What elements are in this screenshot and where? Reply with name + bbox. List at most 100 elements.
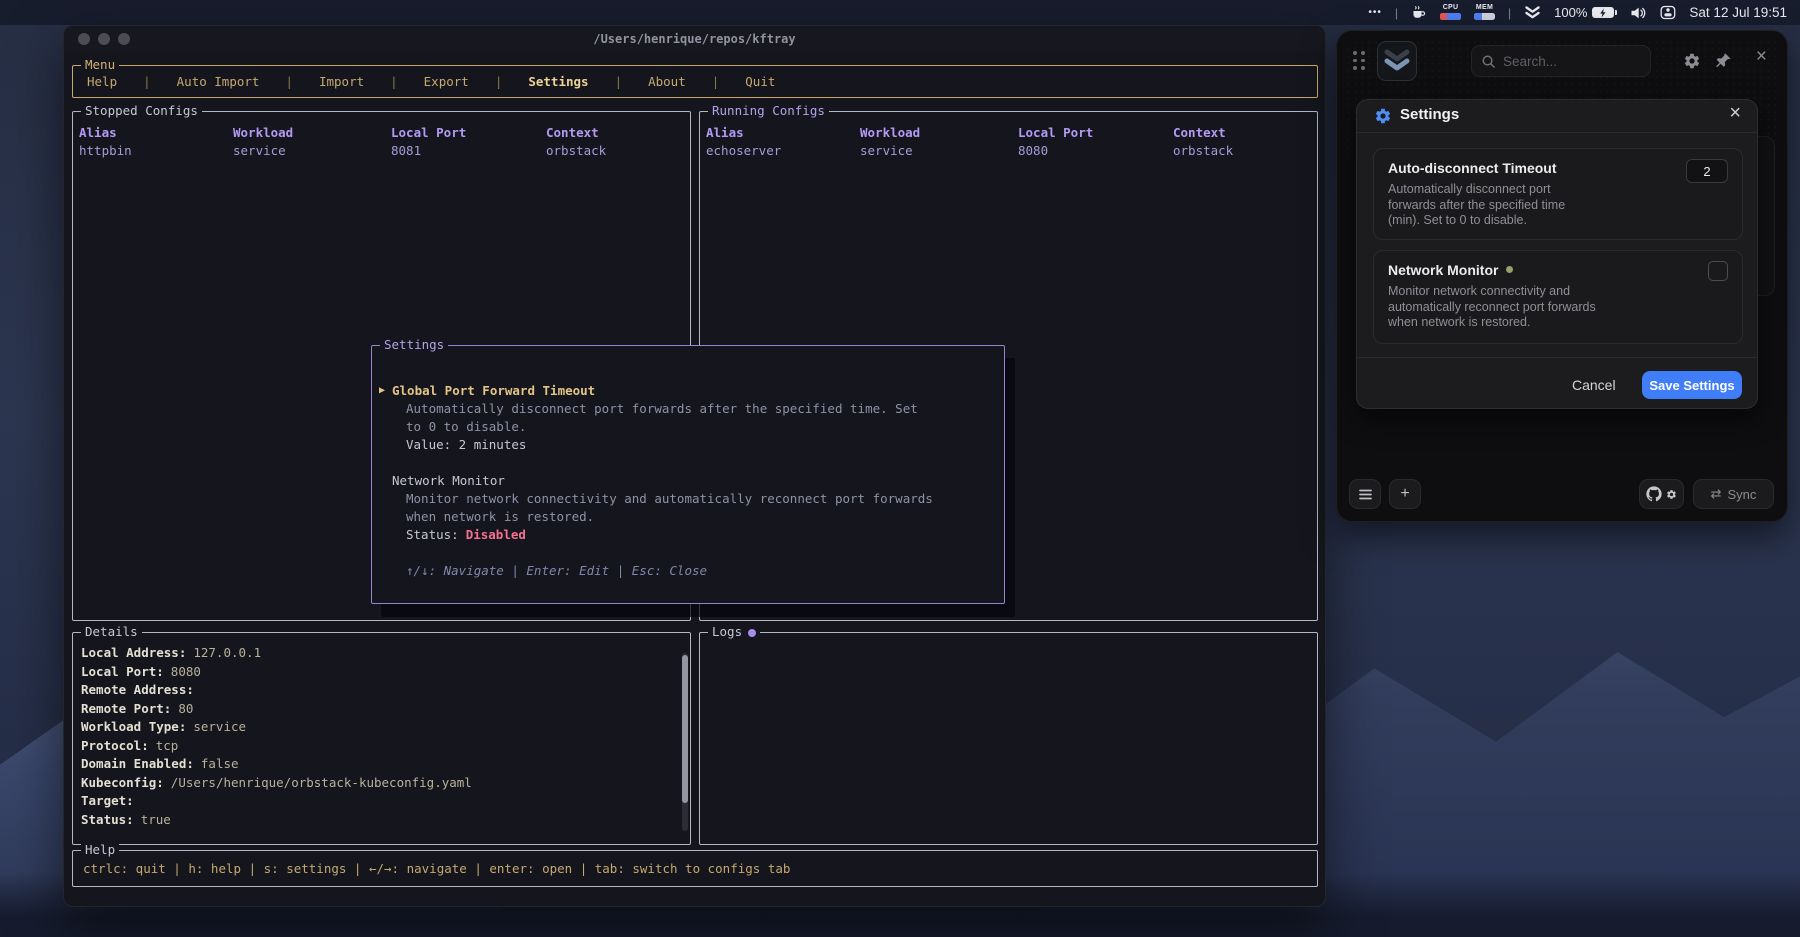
details-panel-title: Details <box>81 624 142 640</box>
terminal-titlebar[interactable]: /Users/henrique/repos/kftray <box>64 26 1325 52</box>
logs-panel: Logs <box>699 632 1318 845</box>
details-panel: Details Local Address:127.0.0.1 Local Po… <box>72 632 691 845</box>
detail-line: Workload Type:service <box>81 718 690 737</box>
mem-meter-bar <box>1474 13 1495 20</box>
menu-item-about[interactable]: About <box>648 74 686 89</box>
search-icon <box>1481 54 1496 69</box>
cpu-meter[interactable]: CPU <box>1440 5 1461 20</box>
search-input[interactable] <box>1503 54 1641 69</box>
volume-icon[interactable] <box>1630 6 1647 20</box>
logs-panel-title: Logs <box>708 624 760 640</box>
auto-disconnect-card: Auto-disconnect Timeout Automatically di… <box>1373 148 1743 240</box>
detail-line: Local Address:127.0.0.1 <box>81 644 690 663</box>
auto-disconnect-description: Automatically disconnect port forwards a… <box>1388 182 1596 229</box>
github-sync-settings-button[interactable] <box>1639 479 1684 509</box>
status-badge: Disabled <box>466 527 526 542</box>
menu-items: Help | Auto Import | Import | Export | S… <box>73 66 1317 89</box>
stopped-configs-header: Alias Workload Local Port Context <box>79 124 690 142</box>
menubar-separator: | <box>1395 6 1398 20</box>
caffeine-icon[interactable] <box>1411 5 1427 21</box>
sync-button[interactable]: ⇄ Sync <box>1693 479 1774 509</box>
network-monitor-description: Monitor network connectivity and automat… <box>1388 284 1596 331</box>
modal-close-icon[interactable]: × <box>1729 102 1741 125</box>
settings-gear-icon <box>1374 107 1392 130</box>
add-config-button[interactable]: + <box>1389 479 1421 509</box>
cpu-meter-label: CPU <box>1443 5 1459 11</box>
kftray-menubar-icon[interactable] <box>1524 5 1541 20</box>
menu-item-help[interactable]: Help <box>87 74 117 89</box>
network-monitor-status-dot <box>1506 266 1513 273</box>
drag-handle[interactable] <box>1353 51 1365 70</box>
menu-list-button[interactable] <box>1349 479 1381 509</box>
table-row[interactable]: echoserver service 8080 orbstack <box>706 142 1317 160</box>
detail-line: Kubeconfig:/Users/henrique/orbstack-kube… <box>81 774 690 793</box>
setting-item-global-timeout[interactable]: ▶ Global Port Forward Timeout <box>372 382 1004 400</box>
help-panel-title: Help <box>81 842 119 858</box>
detail-line: Local Port:8080 <box>81 663 690 682</box>
pin-icon[interactable] <box>1715 52 1733 70</box>
battery-status[interactable]: 100% <box>1554 5 1617 20</box>
popover-close-icon[interactable]: × <box>1756 48 1767 66</box>
detail-line: Protocol:tcp <box>81 737 690 756</box>
detail-line: Target: <box>81 792 690 811</box>
plus-icon: + <box>1400 485 1409 503</box>
menubar-overflow-icon[interactable]: ••• <box>1368 7 1382 18</box>
settings-gear-icon[interactable] <box>1683 52 1701 70</box>
setting-item-network-monitor[interactable]: Network Monitor <box>372 472 1004 490</box>
dialog-keybindings-hint: ↑/↓: Navigate | Enter: Edit | Esc: Close <box>372 562 1004 580</box>
mem-meter-label: MEM <box>1476 5 1493 11</box>
gear-small-icon <box>1666 489 1677 500</box>
popover-header: × <box>1337 31 1787 95</box>
kftray-logo <box>1377 41 1417 81</box>
running-configs-header: Alias Workload Local Port Context <box>706 124 1317 142</box>
sync-arrows-icon: ⇄ <box>1711 487 1722 502</box>
terminal-window: /Users/henrique/repos/kftray Menu Help |… <box>63 25 1326 907</box>
global-timeout-value: Value: 2 minutes <box>372 436 1004 454</box>
modal-header: Settings × <box>1357 100 1757 132</box>
desktop: ••• | CPU MEM | 100% Sat 12 <box>0 0 1800 937</box>
battery-percent: 100% <box>1554 5 1587 20</box>
stage-manager-icon[interactable] <box>1660 5 1676 20</box>
hamburger-icon <box>1359 489 1372 500</box>
menu-item-auto-import[interactable]: Auto Import <box>177 74 260 89</box>
menu-panel: Menu Help | Auto Import | Import | Expor… <box>72 65 1318 98</box>
network-monitor-card: Network Monitor Monitor network connecti… <box>1373 250 1743 344</box>
kftray-popover: × Settings × Auto-disconnect Timeout Aut… <box>1336 30 1788 522</box>
table-row[interactable]: httpbin service 8081 orbstack <box>79 142 690 160</box>
terminal-title: /Users/henrique/repos/kftray <box>64 32 1325 46</box>
menu-item-export[interactable]: Export <box>424 74 469 89</box>
tui-settings-dialog: Settings ▶ Global Port Forward Timeout A… <box>371 345 1005 604</box>
save-settings-button[interactable]: Save Settings <box>1642 371 1742 399</box>
network-monitor-title: Network Monitor <box>1388 262 1728 278</box>
running-configs-title: Running Configs <box>708 103 829 119</box>
detail-line: Remote Port:80 <box>81 700 690 719</box>
help-keybindings: ctrlc: quit | h: help | s: settings | ←/… <box>73 851 1317 876</box>
search-box <box>1471 45 1651 77</box>
details-scrollbar-thumb[interactable] <box>682 655 688 803</box>
menu-item-import[interactable]: Import <box>319 74 364 89</box>
menu-item-settings[interactable]: Settings <box>528 74 588 89</box>
menubar-separator: | <box>1508 6 1511 20</box>
gui-settings-modal: Settings × Auto-disconnect Timeout Autom… <box>1356 99 1758 409</box>
help-panel: Help ctrlc: quit | h: help | s: settings… <box>72 850 1318 887</box>
detail-line: Remote Address: <box>81 681 690 700</box>
stopped-configs-title: Stopped Configs <box>81 103 202 119</box>
timeout-input[interactable] <box>1686 159 1728 183</box>
menu-panel-title: Menu <box>81 57 119 73</box>
cancel-button[interactable]: Cancel <box>1572 377 1616 393</box>
network-monitor-checkbox[interactable] <box>1708 261 1728 281</box>
logs-activity-dot <box>748 629 756 637</box>
tui-settings-dialog-title: Settings <box>380 337 448 353</box>
menubar-clock[interactable]: Sat 12 Jul 19:51 <box>1689 5 1787 20</box>
mem-meter[interactable]: MEM <box>1474 5 1495 20</box>
github-icon <box>1646 486 1662 502</box>
detail-line: Domain Enabled:false <box>81 755 690 774</box>
battery-icon <box>1592 7 1614 18</box>
modal-title: Settings <box>1400 106 1459 123</box>
details-scrollbar[interactable] <box>682 653 688 831</box>
selection-pointer-icon: ▶ <box>379 382 385 400</box>
cpu-meter-bar <box>1440 13 1461 20</box>
menu-item-quit[interactable]: Quit <box>745 74 775 89</box>
network-monitor-status: Status:Disabled <box>372 526 1004 544</box>
macos-menubar: ••• | CPU MEM | 100% Sat 12 <box>0 0 1800 25</box>
